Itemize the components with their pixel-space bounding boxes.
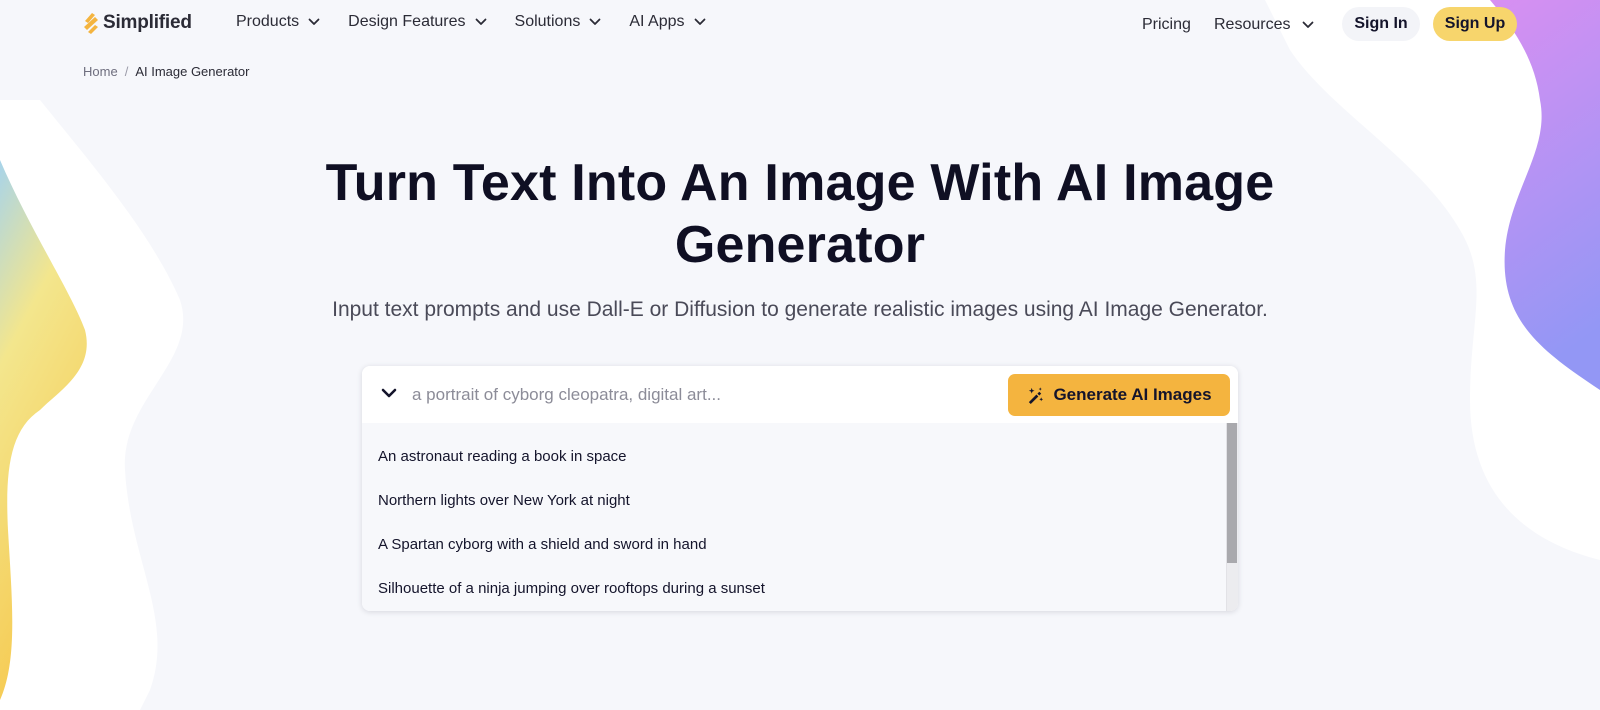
nav-item-solutions[interactable]: Solutions <box>515 13 602 31</box>
prompt-generator-box: Generate AI Images An astronaut reading … <box>362 366 1238 611</box>
logo-text: Simplified <box>103 12 192 33</box>
page-subtitle: Input text prompts and use Dall-E or Dif… <box>332 298 1268 321</box>
nav-item-design-features[interactable]: Design Features <box>348 13 486 31</box>
resources-label: Resources <box>1214 16 1291 33</box>
suggestion-scrollbar-thumb[interactable] <box>1227 423 1237 563</box>
suggestion-item[interactable]: An astronaut reading a book in space <box>378 448 627 465</box>
nav-link-pricing[interactable]: Pricing <box>1142 16 1191 34</box>
chevron-down-icon[interactable] <box>380 386 398 400</box>
breadcrumb-separator: / <box>124 64 129 79</box>
page: Simplified Products Design Features Solu… <box>0 0 1600 710</box>
logo[interactable]: Simplified <box>82 12 192 34</box>
nav-item-label: AI Apps <box>629 13 685 30</box>
chevron-down-icon <box>694 18 705 25</box>
page-title-line-2: Generator <box>674 216 926 274</box>
suggestion-list: An astronaut reading a book in space Nor… <box>362 423 1238 611</box>
generate-button-label: Generate AI Images <box>1053 385 1212 404</box>
nav-item-resources[interactable]: Resources <box>1214 16 1314 34</box>
simplified-logo-icon <box>84 13 98 34</box>
chevron-down-icon <box>308 18 320 25</box>
breadcrumb-current: AI Image Generator <box>135 64 250 79</box>
chevron-down-icon <box>589 18 601 25</box>
generate-ai-images-button[interactable]: Generate AI Images <box>1008 374 1230 416</box>
suggestion-item[interactable]: A Spartan cyborg with a shield and sword… <box>378 536 707 553</box>
suggestion-item[interactable]: Northern lights over New York at night <box>378 492 630 509</box>
prompt-input[interactable] <box>412 378 972 412</box>
suggestion-item[interactable]: Silhouette of a ninja jumping over rooft… <box>378 580 765 597</box>
chevron-down-icon <box>1303 21 1314 28</box>
nav-menu: Products Design Features Solutions AI Ap… <box>236 13 734 31</box>
breadcrumb: Home / AI Image Generator <box>83 64 249 79</box>
page-title: Turn Text Into An Image With AI Image Ge… <box>0 152 1600 276</box>
sign-in-button[interactable]: Sign In <box>1342 7 1420 41</box>
prompt-input-row: Generate AI Images <box>362 366 1238 423</box>
pricing-label: Pricing <box>1142 16 1191 33</box>
nav-item-products[interactable]: Products <box>236 13 320 31</box>
chevron-down-icon <box>475 18 486 25</box>
magic-wand-icon <box>1029 386 1044 404</box>
nav-item-label: Solutions <box>514 13 581 30</box>
sign-up-button[interactable]: Sign Up <box>1433 7 1517 41</box>
nav-item-ai-apps[interactable]: AI Apps <box>629 13 705 31</box>
nav-item-label: Design Features <box>348 13 466 30</box>
page-title-line-1: Turn Text Into An Image With AI Image <box>325 154 1275 212</box>
top-nav: Simplified Products Design Features Solu… <box>0 0 1600 48</box>
nav-item-label: Products <box>236 13 300 30</box>
breadcrumb-home-link[interactable]: Home <box>83 64 118 79</box>
